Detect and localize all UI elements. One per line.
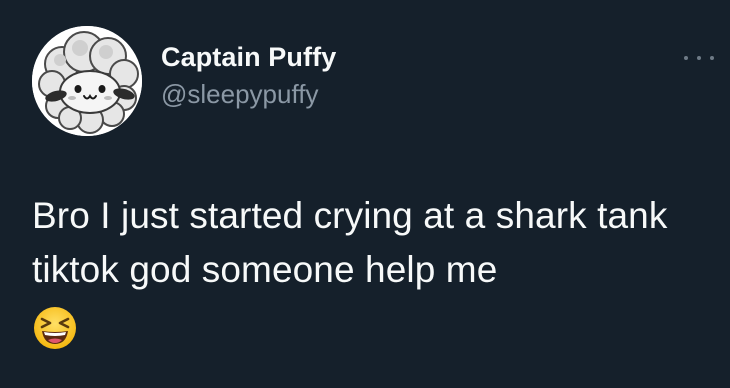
display-name[interactable]: Captain Puffy	[161, 40, 336, 74]
sleepy-sheep-avatar-icon	[32, 26, 142, 136]
dot-icon	[697, 56, 701, 60]
avatar[interactable]	[32, 26, 142, 136]
author-info: Captain Puffy @sleepypuffy	[161, 40, 336, 110]
tweet-text: Bro I just started crying at a shark tan…	[32, 195, 668, 290]
tweet-card: Captain Puffy @sleepypuffy Bro I just st…	[0, 0, 730, 388]
dot-icon	[710, 56, 714, 60]
user-handle[interactable]: @sleepypuffy	[161, 78, 336, 110]
more-options-icon[interactable]	[684, 52, 714, 64]
grinning-squinting-face-icon	[33, 306, 77, 350]
dot-icon	[684, 56, 688, 60]
